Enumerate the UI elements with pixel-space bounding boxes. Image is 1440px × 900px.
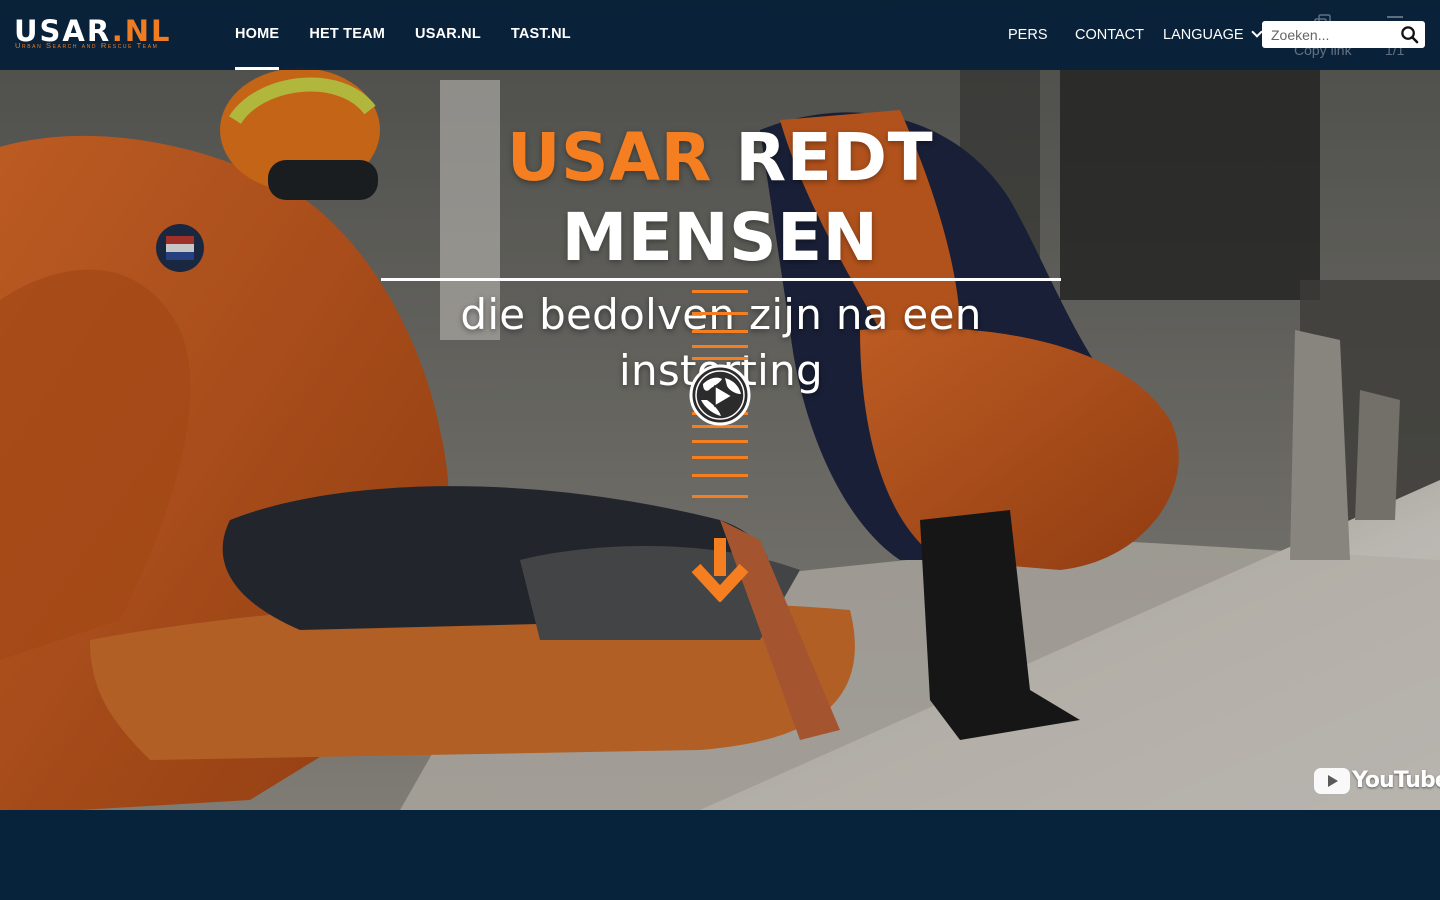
hero-title: USAR REDT MENSEN <box>381 118 1061 281</box>
nav-contact[interactable]: CONTACT <box>1075 1 1144 69</box>
playlist-icon[interactable] <box>1387 16 1403 28</box>
site-logo[interactable]: USAR.NL Urban Search and Rescue Team <box>14 14 194 54</box>
nav-usar-nl[interactable]: USAR.NL <box>415 0 481 70</box>
hero-title-accent: USAR <box>506 119 712 196</box>
page-below-hero <box>0 810 1440 900</box>
nav-tast-nl[interactable]: TAST.NL <box>511 0 571 70</box>
youtube-wordmark: YouTube <box>1352 768 1440 793</box>
nav-het-team[interactable]: HET TEAM <box>309 0 385 70</box>
nav-pers-wrap: PERS <box>1008 0 1048 70</box>
youtube-logo[interactable]: YouTube <box>1314 766 1440 796</box>
playlist-counter: 1/1 <box>1385 42 1405 58</box>
main-nav: HOME HET TEAM USAR.NL TAST.NL <box>235 0 601 70</box>
copy-link-label: Copy link <box>1294 42 1352 58</box>
globe-play-icon[interactable] <box>689 364 751 426</box>
arrow-down-icon[interactable] <box>690 538 750 602</box>
youtube-play-icon <box>1314 768 1350 794</box>
site-header: USAR.NL Urban Search and Rescue Team HOM… <box>0 0 1440 70</box>
nav-contact-wrap: CONTACT <box>1075 0 1144 70</box>
language-dropdown[interactable]: LANGUAGE <box>1163 0 1263 70</box>
nav-pers[interactable]: PERS <box>1008 1 1048 69</box>
chevron-down-icon <box>1250 26 1263 38</box>
logo-tagline: Urban Search and Rescue Team <box>15 41 159 50</box>
nav-home[interactable]: HOME <box>235 0 280 70</box>
copy-link-icon <box>1314 14 1331 32</box>
copy-link-button[interactable]: Copy link <box>1294 14 1354 60</box>
language-label: LANGUAGE <box>1163 27 1244 43</box>
